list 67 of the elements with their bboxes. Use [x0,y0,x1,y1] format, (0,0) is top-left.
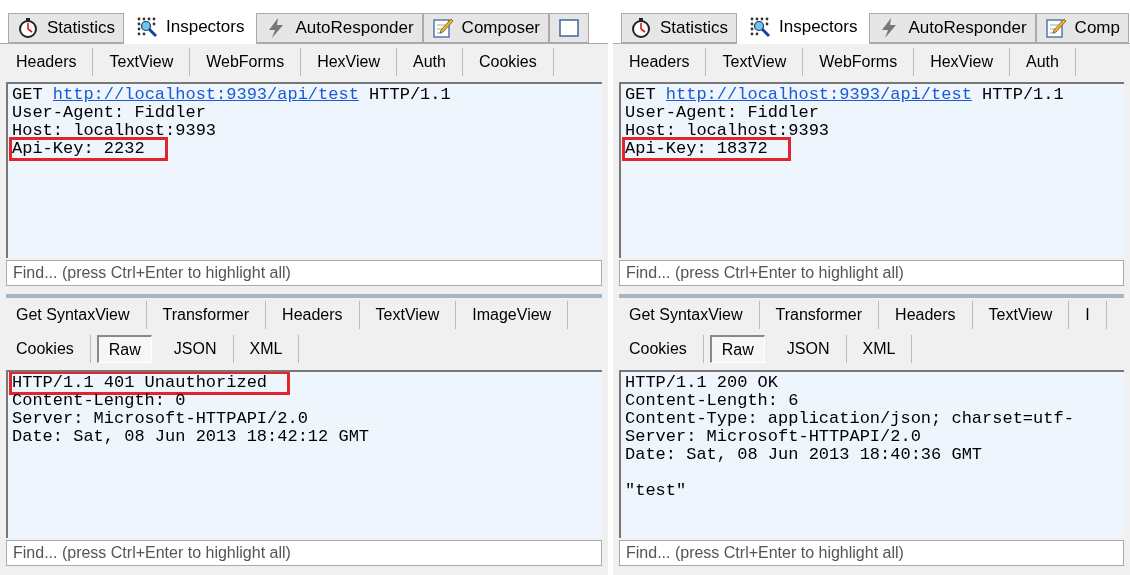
sub-tab[interactable]: Raw [709,335,765,363]
text-line: Host: localhost:9393 [12,122,217,140]
text-line: "test" [625,482,687,500]
sub-tab[interactable]: WebForms [803,48,915,76]
url-link[interactable]: http://localhost:9393/api/test [52,85,359,104]
sub-tab[interactable]: ImageView [456,301,569,329]
text-line: HTTP/1.1 401 Unauthorized [12,374,288,392]
sub-tab[interactable]: Raw [96,335,152,363]
text-line: Server: Microsoft-HTTPAPI/2.0 [625,428,921,446]
sub-tab[interactable]: TextView [706,48,804,76]
sub-tab[interactable]: Cookies [613,335,704,363]
top-tab[interactable]: Composer [422,13,550,43]
sub-tab[interactable]: I [1069,301,1107,329]
text-line: Server: Microsoft-HTTPAPI/2.0 [12,410,308,428]
text-line: Content-Type: application/json; charset=utf- [625,410,1074,428]
top-tab[interactable]: Comp [1035,13,1129,43]
find-field[interactable]: Find... (press Ctrl+Enter to highlight all) [6,540,602,566]
sub-tab[interactable]: TextView [359,301,457,329]
window-icon [558,17,581,39]
sub-tab[interactable]: Headers [879,301,973,329]
text-line: Content-Length: 0 [12,392,186,410]
find-field[interactable]: Find... (press Ctrl+Enter to highlight all) [619,540,1124,566]
sub-tab[interactable]: Get SyntaxView [613,301,760,329]
sub-tab[interactable]: Cookies [462,48,554,76]
magnifier-grid-icon [136,16,159,38]
text-line: HTTP/1.1 200 OK [625,374,779,392]
sub-tab[interactable]: TextView [93,48,191,76]
find-field[interactable]: Find... (press Ctrl+Enter to highlight all) [619,260,1124,286]
top-tab[interactable]: AutoResponder [869,13,1036,43]
url-link[interactable]: http://localhost:9393/api/test [665,85,972,104]
sub-tab[interactable]: Headers [0,48,94,76]
sub-tab[interactable]: Headers [266,301,360,329]
find-field[interactable]: Find... (press Ctrl+Enter to highlight all) [6,260,602,286]
sub-tab[interactable]: HexView [914,48,1010,76]
notepad-pencil-icon [1044,17,1067,39]
text-line: Date: Sat, 08 Jun 2013 18:42:12 GMT [12,428,370,446]
sub-tab[interactable]: TextView [972,301,1070,329]
top-tab[interactable] [549,13,590,43]
sub-tab[interactable]: JSON [770,335,847,363]
stopwatch-icon [630,17,652,39]
notepad-pencil-icon [431,17,454,39]
sub-tab[interactable]: Transformer [146,301,267,329]
sub-tab[interactable]: Cookies [0,335,91,363]
sub-tab[interactable]: WebForms [190,48,302,76]
text-line: Date: Sat, 08 Jun 2013 18:40:36 GMT [625,446,983,464]
text-line: User-Agent: Fiddler [12,104,206,122]
sub-tab[interactable]: XML [233,335,300,363]
stopwatch-icon [17,17,39,39]
text-line: Api-Key: 2232 [12,140,165,158]
sub-tab[interactable]: Get SyntaxView [0,301,147,329]
sub-tab[interactable]: Headers [613,48,707,76]
request-line: GET http://localhost:9393/api/test HTTP/1.1 [12,86,451,104]
top-tab[interactable]: Statistics [8,13,125,43]
request-line: GET http://localhost:9393/api/test HTTP/1.1 [625,86,1064,104]
text-line: Content-Length: 6 [625,392,799,410]
sub-tab[interactable]: Auth [397,48,463,76]
sub-tab[interactable]: Transformer [759,301,880,329]
text-line: Host: localhost:9393 [625,122,830,140]
text-line: Api-Key: 18372 [625,140,788,158]
sub-tab[interactable]: XML [846,335,913,363]
sub-tab[interactable]: HexView [301,48,397,76]
magnifier-grid-icon [749,16,772,38]
top-tab[interactable]: AutoResponder [256,13,423,43]
sub-tab[interactable]: JSON [157,335,234,363]
sub-tab[interactable]: Auth [1010,48,1076,76]
top-tab[interactable]: Statistics [621,13,738,43]
text-line: User-Agent: Fiddler [625,104,819,122]
